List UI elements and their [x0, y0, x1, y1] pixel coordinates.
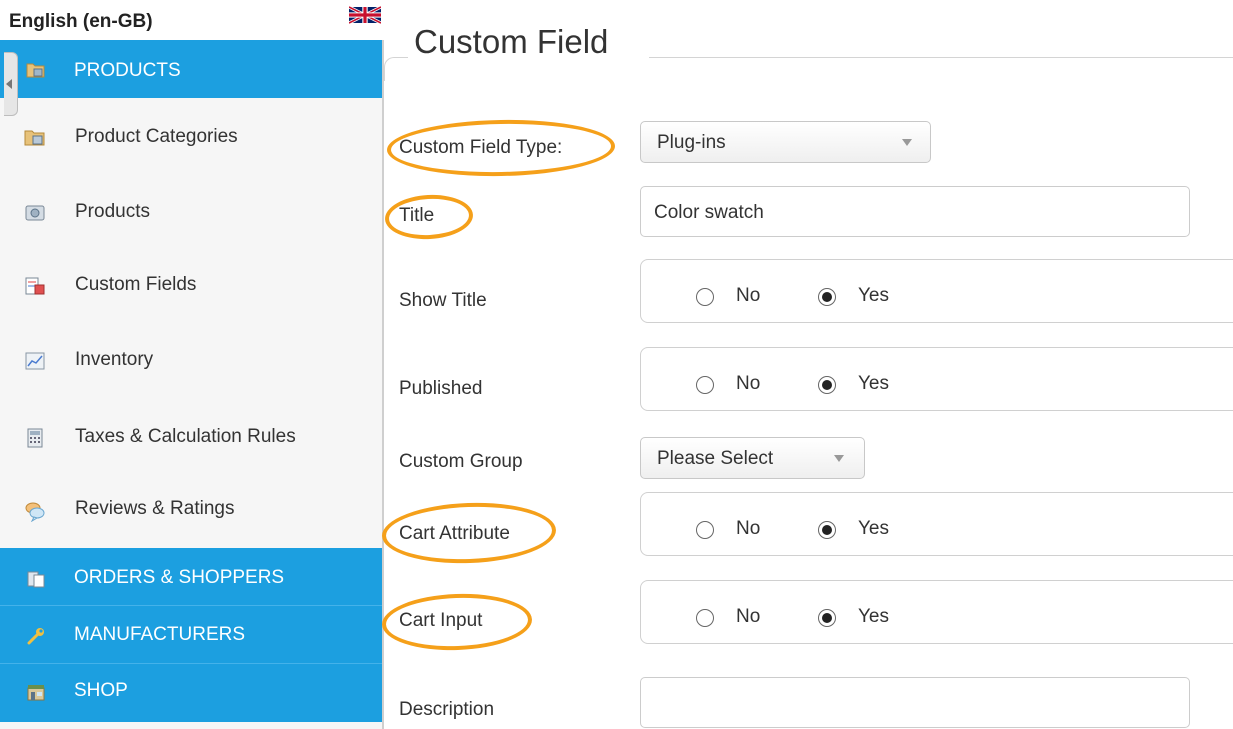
radio-no-label[interactable]: No — [736, 373, 760, 395]
cart-input-label: Cart Input — [399, 610, 483, 631]
cart-attribute-label: Cart Attribute — [399, 523, 510, 544]
sidebar-section-shop-label: SHOP — [74, 680, 128, 701]
sidebar-item-reviews[interactable]: Reviews & Ratings — [0, 474, 382, 548]
sidebar-item-label: Inventory — [75, 349, 154, 370]
show-title-label: Show Title — [399, 290, 487, 311]
radio-yes-label[interactable]: Yes — [858, 373, 889, 395]
camera-icon — [25, 205, 45, 221]
title-label: Title — [399, 205, 435, 226]
published-yes-radio[interactable] — [818, 376, 836, 394]
language-label[interactable]: English (en-GB) — [9, 11, 153, 33]
cart-attribute-no-radio[interactable] — [696, 521, 714, 539]
radio-yes-label[interactable]: Yes — [858, 285, 889, 307]
sidebar-section-products-label: PRODUCTS — [74, 60, 181, 81]
calculator-icon — [27, 428, 43, 448]
caret-down-icon — [902, 139, 912, 146]
caret-down-icon — [834, 455, 844, 462]
fieldset-border — [384, 57, 408, 81]
description-label: Description — [399, 699, 495, 720]
sidebar-section-manufacturers[interactable]: MANUFACTURERS — [0, 606, 382, 664]
folder-icon — [24, 130, 45, 146]
wrench-icon — [27, 628, 44, 645]
cart-input-no-radio[interactable] — [696, 609, 714, 627]
language-bar[interactable]: English (en-GB) — [0, 0, 384, 40]
select-value: Please Select — [657, 448, 774, 469]
orders-icon — [27, 571, 45, 588]
show-title-radio-group: No Yes — [640, 259, 1233, 323]
title-input[interactable]: Color swatch — [640, 186, 1190, 237]
published-radio-group: No Yes — [640, 347, 1233, 411]
shop-icon — [27, 685, 45, 701]
speech-bubble-icon — [25, 502, 45, 522]
radio-no-label[interactable]: No — [736, 285, 760, 307]
show-title-yes-radio[interactable] — [818, 288, 836, 306]
sidebar: English (en-GB) PRODUCTS Product Categor… — [0, 0, 384, 729]
sidebar-item-product-categories[interactable]: Product Categories — [0, 100, 382, 174]
uk-flag-icon[interactable] — [349, 6, 381, 24]
sidebar-item-label: Taxes & Calculation Rules — [75, 426, 296, 447]
custom-field-type-label: Custom Field Type: — [399, 137, 563, 158]
app-root: English (en-GB) PRODUCTS Product Categor… — [0, 0, 1233, 729]
sidebar-section-orders-label: ORDERS & SHOPPERS — [74, 567, 285, 588]
radio-no-label[interactable]: No — [736, 518, 760, 540]
cart-input-radio-group: No Yes — [640, 580, 1233, 644]
custom-fields-icon — [25, 277, 45, 295]
input-value: Color swatch — [654, 202, 764, 223]
sidebar-item-label: Products — [75, 201, 150, 222]
sidebar-item-taxes[interactable]: Taxes & Calculation Rules — [0, 400, 382, 474]
products-folder-icon — [26, 63, 45, 78]
published-label: Published — [399, 378, 483, 399]
sidebar-item-label: Reviews & Ratings — [75, 498, 235, 519]
description-input[interactable] — [640, 677, 1190, 728]
cart-attribute-radio-group: No Yes — [640, 492, 1233, 556]
custom-group-select[interactable]: Please Select — [640, 437, 865, 479]
sidebar-item-label: Product Categories — [75, 126, 238, 147]
cart-input-yes-radio[interactable] — [818, 609, 836, 627]
sidebar-item-label: Custom Fields — [75, 274, 197, 295]
custom-field-type-select[interactable]: Plug-ins — [640, 121, 931, 163]
select-value: Plug-ins — [657, 132, 726, 153]
sidebar-item-inventory[interactable]: Inventory — [0, 325, 382, 399]
radio-yes-label[interactable]: Yes — [858, 606, 889, 628]
published-no-radio[interactable] — [696, 376, 714, 394]
chart-icon — [25, 352, 45, 370]
sidebar-section-shop[interactable]: SHOP — [0, 664, 382, 722]
sidebar-section-products[interactable]: PRODUCTS — [0, 40, 382, 98]
custom-group-label: Custom Group — [399, 451, 523, 472]
cart-attribute-yes-radio[interactable] — [818, 521, 836, 539]
sidebar-section-orders[interactable]: ORDERS & SHOPPERS — [0, 548, 382, 606]
sidebar-item-custom-fields[interactable]: Custom Fields — [0, 250, 382, 324]
sidebar-item-products[interactable]: Products — [0, 175, 382, 249]
page-title: Custom Field — [414, 23, 609, 60]
chevron-left-icon — [6, 79, 12, 89]
show-title-no-radio[interactable] — [696, 288, 714, 306]
radio-yes-label[interactable]: Yes — [858, 518, 889, 540]
sidebar-section-manufacturers-label: MANUFACTURERS — [74, 624, 246, 645]
radio-no-label[interactable]: No — [736, 606, 760, 628]
title-divider — [649, 57, 1233, 58]
